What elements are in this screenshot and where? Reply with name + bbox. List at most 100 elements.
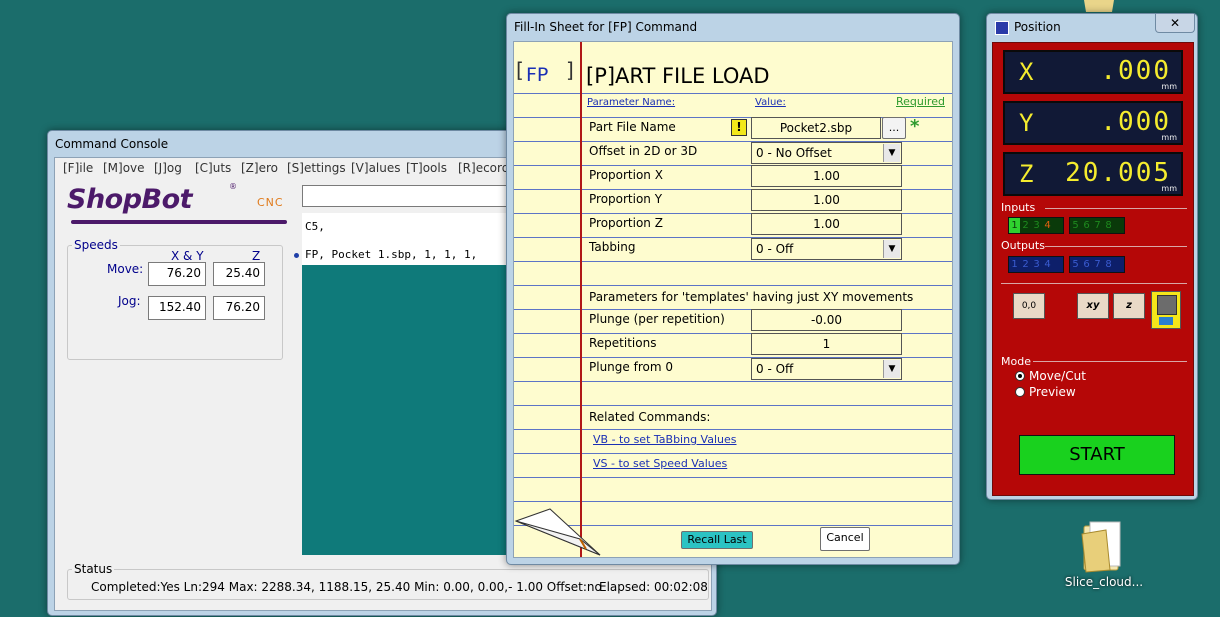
keypad-toggle-button[interactable]: [1151, 291, 1181, 329]
reps-label: Repetitions: [589, 336, 657, 350]
offset-select[interactable]: 0 - No Offset ▼: [751, 142, 902, 164]
menu-file[interactable]: [F]ile: [63, 161, 93, 175]
keypad-icon: [1157, 295, 1177, 315]
part-file-field[interactable]: Pocket2.sbp: [751, 117, 881, 139]
templates-note: Parameters for 'templates' having just X…: [589, 290, 914, 304]
dro-y-value: .000: [1100, 107, 1171, 137]
output-7: 7: [1094, 259, 1101, 270]
dro-z-axis: Z: [1019, 160, 1034, 188]
offset-select-value: 0 - No Offset: [756, 146, 832, 160]
folder-icon: [1081, 521, 1121, 573]
move-xy-field[interactable]: 76.20: [148, 262, 206, 286]
jog-z-field[interactable]: 76.20: [213, 296, 265, 320]
console-line: FP, Pocket 1.sbp, 1, 1, 1,: [305, 248, 478, 261]
dro-z-unit: mm: [1161, 184, 1177, 193]
output-8: 8: [1105, 259, 1112, 270]
mode-preview-label[interactable]: Preview: [1029, 385, 1076, 399]
mode-move-label[interactable]: Move/Cut: [1029, 369, 1086, 383]
outputs-1-4: 1234: [1008, 256, 1064, 273]
input-6: 6: [1083, 220, 1090, 231]
chevron-down-icon[interactable]: ▼: [883, 360, 900, 378]
tabbing-select-value: 0 - Off: [756, 242, 794, 256]
fillin-sheet-window: Fill-In Sheet for [FP] Command [ FP ] [P…: [506, 13, 960, 565]
speeds-col-xy: X & Y: [171, 249, 204, 263]
menu-tools[interactable]: [T]ools: [406, 161, 447, 175]
prop-y-field[interactable]: 1.00: [751, 189, 902, 211]
keypad-icon-detail: [1159, 317, 1173, 325]
mode-label: Mode: [1001, 355, 1031, 368]
chevron-down-icon[interactable]: ▼: [883, 144, 900, 162]
warning-icon: !: [731, 119, 747, 136]
input-2: 2: [1022, 220, 1029, 231]
zero-xy-button[interactable]: xy: [1077, 293, 1109, 319]
logo-registered: ®: [229, 182, 237, 191]
input-3: 3: [1033, 220, 1040, 231]
move-z-field[interactable]: 25.40: [213, 262, 265, 286]
move-label: Move:: [107, 262, 144, 276]
plunge0-select-value: 0 - Off: [756, 362, 794, 376]
outputs-label: Outputs: [1001, 239, 1045, 252]
menu-settings[interactable]: [S]ettings: [287, 161, 346, 175]
menu-values[interactable]: [V]alues: [351, 161, 401, 175]
menu-move[interactable]: [M]ove: [103, 161, 145, 175]
go-home-icon: 0,0: [1021, 301, 1037, 311]
logo-cnc: CNC: [257, 196, 284, 209]
input-7: 7: [1094, 220, 1101, 231]
margin-line: [580, 42, 582, 557]
recall-last-button[interactable]: Recall Last: [681, 531, 753, 549]
input-1: 1: [1009, 218, 1020, 233]
close-button[interactable]: ✕: [1155, 14, 1195, 33]
inputs-5-8: 5678: [1069, 217, 1125, 234]
dro-x-unit: mm: [1161, 82, 1177, 91]
status-legend: Status: [74, 562, 113, 576]
output-5: 5: [1072, 259, 1079, 270]
plunge-field[interactable]: -0.00: [751, 309, 902, 331]
prop-z-field[interactable]: 1.00: [751, 213, 902, 235]
zero-z-icon: z: [1126, 300, 1132, 311]
col-param-header: Parameter Name:: [587, 97, 676, 108]
inputs-divider: [1045, 208, 1187, 209]
reps-field[interactable]: 1: [751, 333, 902, 355]
col-required-header: Required: [896, 95, 945, 108]
menu-jog[interactable]: [J]og: [154, 161, 182, 175]
radio-dot: [1018, 374, 1022, 378]
output-6: 6: [1083, 259, 1090, 270]
related-link-vs[interactable]: VS - to set Speed Values: [593, 457, 727, 470]
cancel-button[interactable]: Cancel: [820, 527, 870, 551]
zero-xy-icon: xy: [1086, 300, 1100, 311]
cmd-code: FP: [526, 64, 549, 86]
prop-x-label: Proportion X: [589, 168, 663, 182]
position-window: Position ✕ X .000 mm Y .000 mm Z 20.005 …: [986, 13, 1198, 500]
tabbing-label: Tabbing: [589, 240, 636, 254]
output-3: 3: [1033, 259, 1040, 270]
plunge0-select[interactable]: 0 - Off ▼: [751, 358, 902, 380]
related-label: Related Commands:: [589, 410, 711, 424]
command-input[interactable]: [302, 185, 522, 207]
dro-y-axis: Y: [1019, 109, 1034, 137]
start-button[interactable]: START: [1019, 435, 1175, 475]
console-line: C5,: [305, 220, 325, 233]
browse-button[interactable]: ...: [882, 117, 906, 139]
mode-move-radio[interactable]: [1015, 371, 1025, 381]
go-home-button[interactable]: 0,0: [1013, 293, 1045, 319]
output-2: 2: [1022, 259, 1029, 270]
app-icon: [995, 21, 1009, 35]
prop-x-field[interactable]: 1.00: [751, 165, 902, 187]
related-link-vb[interactable]: VB - to set TaBbing Values: [593, 433, 737, 446]
desktop-item-label: Slice_cloud...: [1064, 575, 1144, 589]
dro-z: Z 20.005 mm: [1003, 152, 1183, 196]
menu-zero[interactable]: [Z]ero: [241, 161, 278, 175]
paper-plane-icon: [514, 508, 601, 556]
chevron-down-icon[interactable]: ▼: [883, 240, 900, 258]
window-title: Fill-In Sheet for [FP] Command: [514, 20, 698, 34]
jog-xy-field[interactable]: 152.40: [148, 296, 206, 320]
mode-preview-radio[interactable]: [1015, 387, 1025, 397]
cmd-bracket-open: [: [516, 58, 524, 82]
window-title: Position: [1014, 20, 1061, 34]
zero-z-button[interactable]: z: [1113, 293, 1145, 319]
desktop-folder-icon-top[interactable]: [1082, 0, 1116, 12]
shopbot-logo: ShopBot ® CNC: [67, 182, 287, 224]
desktop-item-slice-cloud[interactable]: Slice_cloud...: [1062, 520, 1146, 592]
menu-cuts[interactable]: [C]uts: [195, 161, 231, 175]
tabbing-select[interactable]: 0 - Off ▼: [751, 238, 902, 260]
